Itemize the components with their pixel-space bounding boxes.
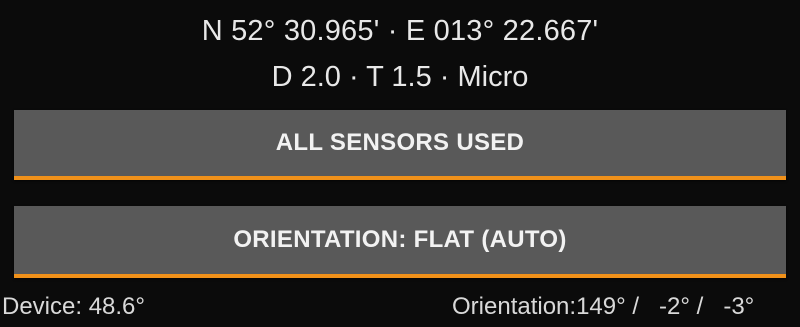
cache-details-text: D 2.0 · T 1.5 · Micro	[271, 61, 529, 93]
coordinates-text: N 52° 30.965' · E 013° 22.667'	[201, 15, 599, 47]
orientation-mode-button[interactable]: ORIENTATION: FLAT (AUTO)	[14, 206, 786, 278]
sensor-status-bar: Device: 48.6° Orientation:149° / -2° / -…	[0, 290, 800, 324]
orientation-mode-label: ORIENTATION: FLAT (AUTO)	[233, 226, 567, 253]
all-sensors-used-button[interactable]: ALL SENSORS USED	[14, 110, 786, 180]
orientation-readout: Orientation:149° / -2° / -3°	[452, 293, 755, 320]
all-sensors-used-label: ALL SENSORS USED	[275, 129, 525, 156]
device-heading-readout: Device: 48.6°	[2, 293, 146, 320]
